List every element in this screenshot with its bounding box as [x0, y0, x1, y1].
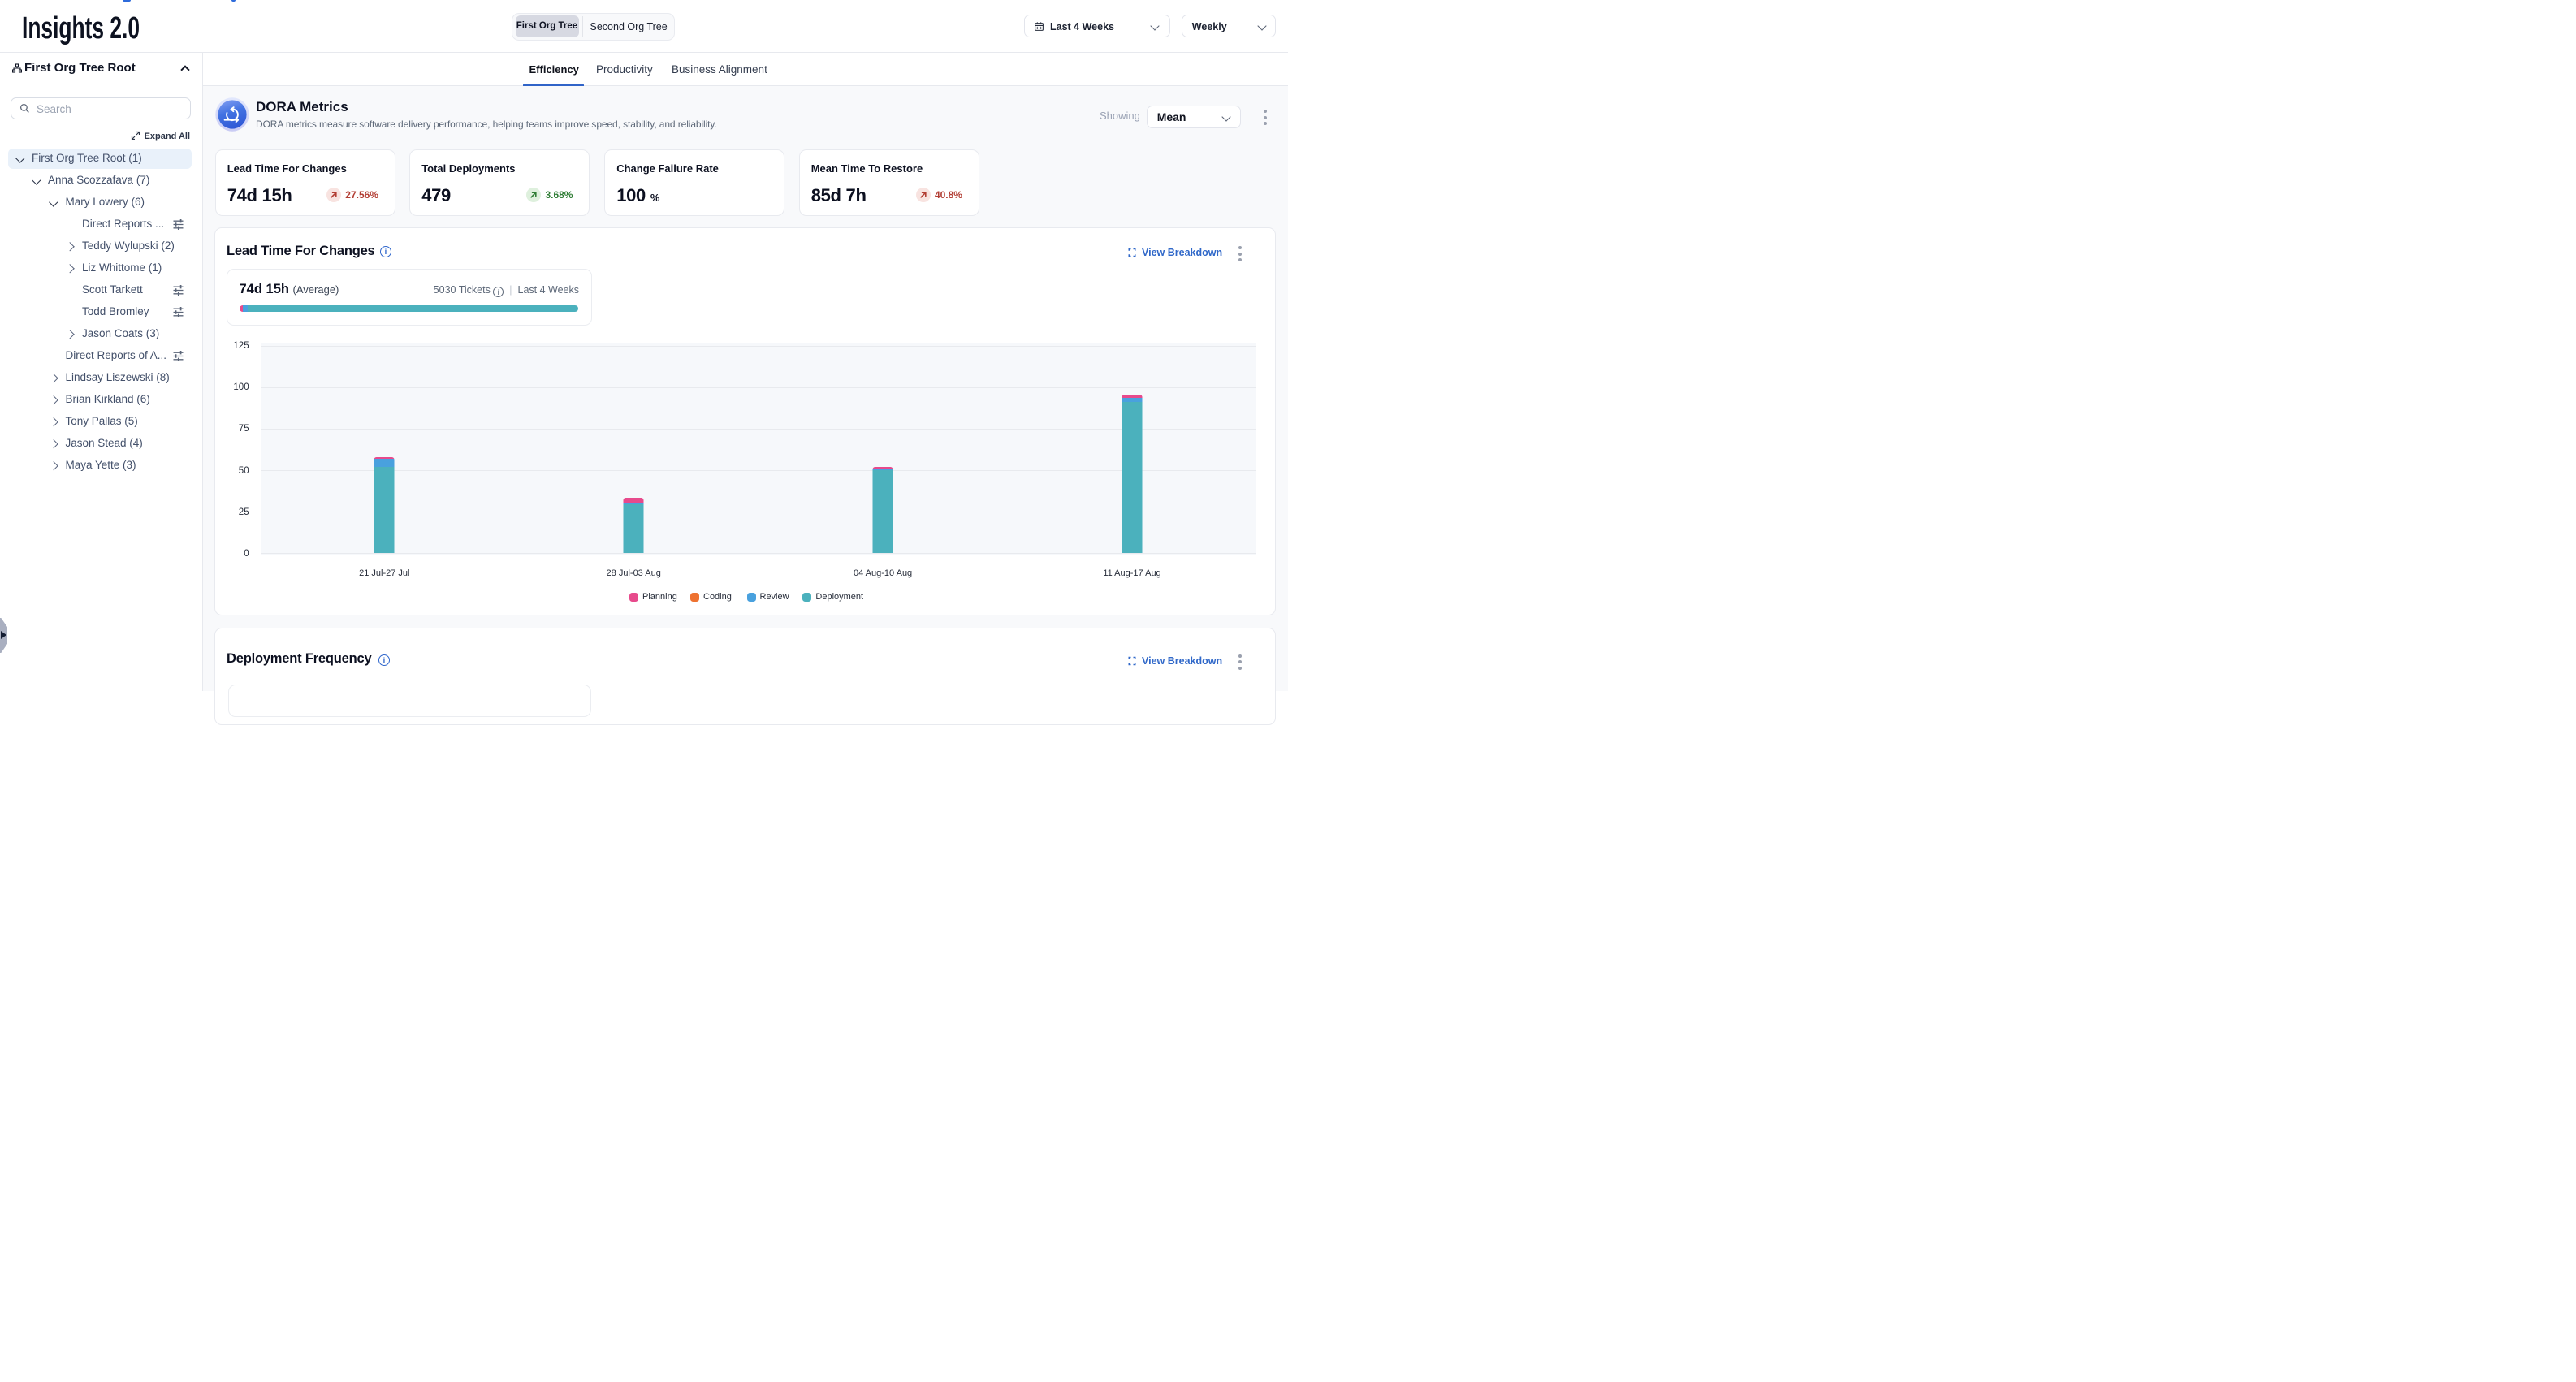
- svg-text:Insights 2.0: Insights 2.0: [22, 11, 140, 45]
